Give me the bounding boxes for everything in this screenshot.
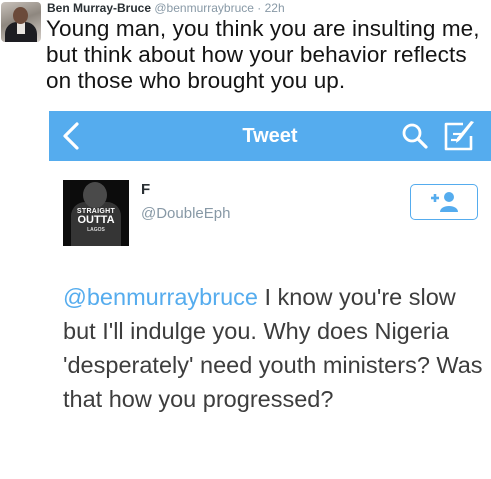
- nav-bar: Tweet: [49, 111, 491, 161]
- tweet-header: Ben Murray-Bruce @benmurraybruce · 22h: [47, 0, 285, 16]
- avatar-text-line: OUTTA: [77, 214, 115, 226]
- embedded-author-name[interactable]: F: [141, 181, 150, 199]
- author-name[interactable]: Ben Murray-Bruce: [47, 1, 151, 15]
- author-handle[interactable]: @benmurraybruce: [154, 1, 254, 15]
- avatar-text-line: LAGOS: [87, 227, 105, 233]
- compose-icon[interactable]: [443, 120, 477, 152]
- embedded-tweet-text: @benmurraybruce I know you're slow but I…: [63, 280, 483, 416]
- author-avatar[interactable]: [1, 2, 41, 42]
- avatar-figure-head: [83, 182, 107, 208]
- tweet-text: Young man, you think you are insulting m…: [46, 16, 480, 93]
- follow-button[interactable]: [410, 184, 478, 220]
- avatar-face-shape: [13, 7, 28, 24]
- embedded-screenshot: Tweet STRAIGHT OUTTA LAGOS F @DoubleEph: [49, 111, 491, 479]
- tweet-card: Ben Murray-Bruce @benmurraybruce · 22h Y…: [0, 0, 491, 479]
- header-separator: ·: [257, 1, 262, 15]
- embedded-author-avatar[interactable]: STRAIGHT OUTTA LAGOS: [63, 180, 129, 246]
- mention-link[interactable]: @benmurraybruce: [63, 284, 258, 310]
- embedded-author-handle[interactable]: @DoubleEph: [141, 205, 230, 223]
- tweet-timestamp[interactable]: 22h: [265, 1, 285, 15]
- add-user-icon: [431, 192, 458, 212]
- search-icon[interactable]: [401, 122, 429, 150]
